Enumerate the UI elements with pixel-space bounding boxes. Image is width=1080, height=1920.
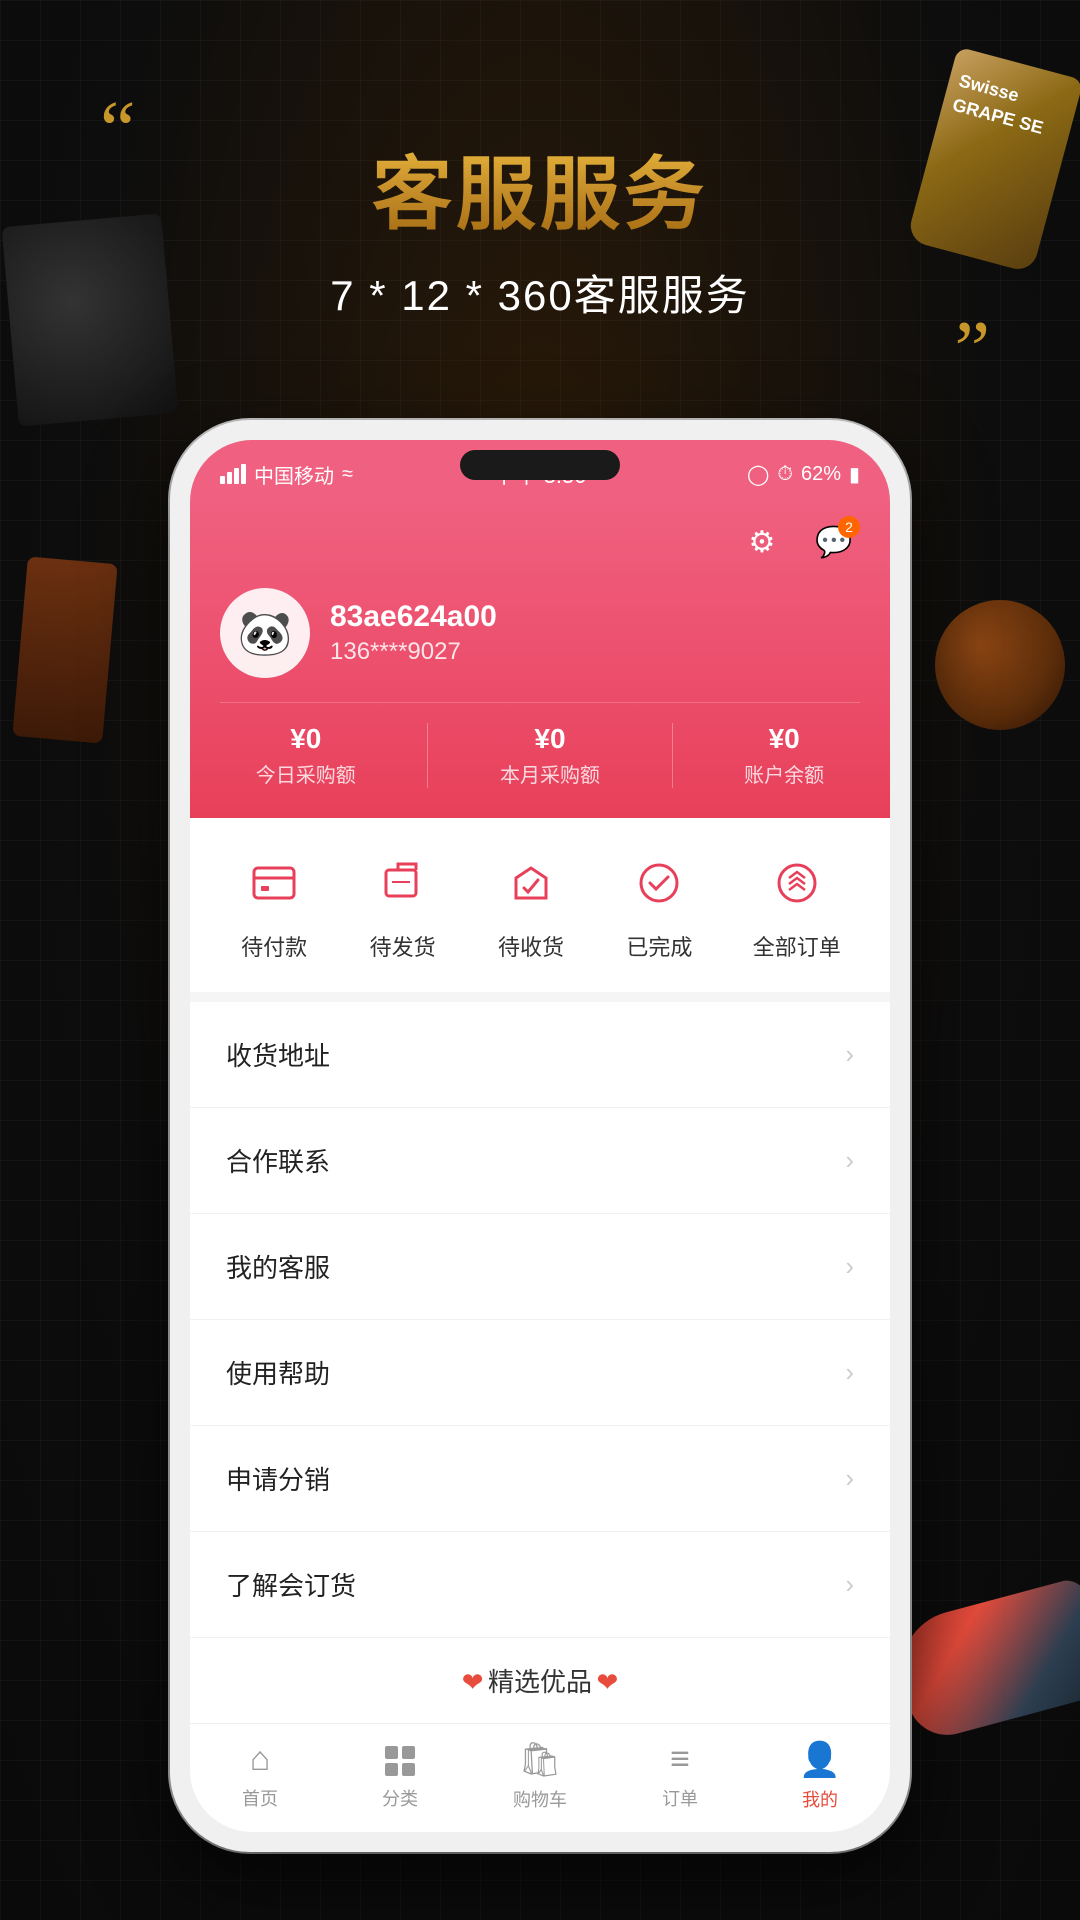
stat-today-label: 今日采购额 bbox=[256, 759, 356, 788]
stat-month-label: 本月采购额 bbox=[500, 759, 600, 788]
order-item-pending-ship[interactable]: 待发货 bbox=[368, 848, 438, 962]
featured-text: 精选优品 bbox=[488, 1667, 592, 1697]
nav-label-cart: 购物车 bbox=[513, 1786, 567, 1812]
deco-ball bbox=[935, 600, 1065, 730]
order-item-completed[interactable]: 已完成 bbox=[624, 848, 694, 962]
menu-item-customer-service[interactable]: 我的客服 › bbox=[190, 1214, 890, 1320]
chevron-right-icon-6: › bbox=[845, 1569, 854, 1600]
deco-bottle2 bbox=[12, 556, 117, 743]
pending-pay-label: 待付款 bbox=[241, 930, 307, 962]
user-row: 🐼 83ae624a00 136****9027 bbox=[220, 588, 860, 678]
nav-label-category: 分类 bbox=[382, 1785, 418, 1811]
signal-icon bbox=[220, 464, 246, 484]
menu-item-cooperation[interactable]: 合作联系 › bbox=[190, 1108, 890, 1214]
phone-screen: 中国移动 ≈ 下午 3:50 ◯ ⏱ 62% ▮ ⚙ bbox=[190, 440, 890, 1832]
nav-item-orders[interactable]: ≡ 订单 bbox=[610, 1740, 750, 1812]
phone-frame: 中国移动 ≈ 下午 3:50 ◯ ⏱ 62% ▮ ⚙ bbox=[170, 420, 910, 1852]
order-section: 待付款 待发货 bbox=[190, 818, 890, 1002]
menu-list: 收货地址 › 合作联系 › 我的客服 › 使用帮助 › 申请分销 › bbox=[190, 1002, 890, 1638]
hero-section: 客服服务 7 * 12 * 360客服服务 bbox=[0, 130, 1080, 323]
order-item-pending-pay[interactable]: 待付款 bbox=[239, 848, 309, 962]
settings-icon: ⚙ bbox=[749, 525, 776, 560]
menu-item-about-label: 了解会订货 bbox=[226, 1566, 356, 1603]
order-item-pending-receive[interactable]: 待收货 bbox=[496, 848, 566, 962]
all-orders-label: 全部订单 bbox=[753, 930, 841, 962]
home-icon: ⌂ bbox=[250, 1740, 271, 1779]
message-button[interactable]: 💬 2 bbox=[808, 516, 860, 568]
user-phone: 136****9027 bbox=[330, 638, 497, 666]
stats-row: ¥0 今日采购额 ¥0 本月采购额 ¥0 账户余额 bbox=[220, 702, 860, 788]
pending-pay-icon bbox=[239, 848, 309, 918]
stat-balance-label: 账户余额 bbox=[744, 759, 824, 788]
pending-receive-label: 待收货 bbox=[498, 930, 564, 962]
heart-right-icon: ❤ bbox=[596, 1667, 618, 1697]
stat-month-value: ¥0 bbox=[500, 723, 600, 755]
message-badge: 2 bbox=[838, 516, 860, 538]
stat-today: ¥0 今日采购额 bbox=[256, 723, 356, 788]
stat-month: ¥0 本月采购额 bbox=[500, 723, 600, 788]
nav-item-profile[interactable]: 👤 我的 bbox=[750, 1740, 890, 1812]
nav-label-profile: 我的 bbox=[802, 1786, 838, 1812]
heart-left-icon: ❤ bbox=[462, 1667, 484, 1697]
completed-icon bbox=[624, 848, 694, 918]
chevron-right-icon-3: › bbox=[845, 1251, 854, 1282]
profile-icon: 👤 bbox=[799, 1740, 841, 1780]
nav-item-home[interactable]: ⌂ 首页 bbox=[190, 1740, 330, 1812]
menu-item-about[interactable]: 了解会订货 › bbox=[190, 1532, 890, 1638]
menu-item-help[interactable]: 使用帮助 › bbox=[190, 1320, 890, 1426]
completed-label: 已完成 bbox=[626, 930, 692, 962]
menu-item-dist-label: 申请分销 bbox=[226, 1460, 330, 1497]
all-orders-icon bbox=[762, 848, 832, 918]
stat-divider-1 bbox=[427, 723, 428, 788]
stat-divider-2 bbox=[672, 723, 673, 788]
cart-icon: 🛍 bbox=[518, 1740, 561, 1780]
chevron-right-icon: › bbox=[845, 1039, 854, 1070]
menu-item-address-label: 收货地址 bbox=[226, 1036, 330, 1073]
stat-today-value: ¥0 bbox=[256, 723, 356, 755]
battery-icon: ▮ bbox=[849, 462, 860, 487]
nav-label-home: 首页 bbox=[242, 1785, 278, 1811]
stat-balance: ¥0 账户余额 bbox=[744, 723, 824, 788]
order-item-all[interactable]: 全部订单 bbox=[753, 848, 841, 962]
username: 83ae624a00 bbox=[330, 600, 497, 634]
wifi-icon: ≈ bbox=[342, 463, 353, 486]
nav-item-category[interactable]: 分类 bbox=[330, 1740, 470, 1812]
menu-item-help-label: 使用帮助 bbox=[226, 1354, 330, 1391]
chevron-right-icon-5: › bbox=[845, 1463, 854, 1494]
hero-title: 客服服务 bbox=[0, 130, 1080, 246]
deco-shoe bbox=[880, 1540, 1080, 1740]
settings-button[interactable]: ⚙ bbox=[736, 516, 788, 568]
carrier-label: 中国移动 bbox=[254, 460, 334, 489]
featured-section: ❤ 精选优品 ❤ bbox=[190, 1638, 890, 1723]
battery-label: 62% bbox=[801, 463, 841, 486]
alarm-icon: ⏱ bbox=[777, 463, 793, 486]
pending-receive-icon bbox=[496, 848, 566, 918]
menu-item-cooperation-label: 合作联系 bbox=[226, 1142, 330, 1179]
hero-subtitle: 7 * 12 * 360客服服务 bbox=[0, 262, 1080, 323]
pending-ship-label: 待发货 bbox=[370, 930, 436, 962]
user-info: 83ae624a00 136****9027 bbox=[330, 600, 497, 666]
header-icons: ⚙ 💬 2 bbox=[220, 516, 860, 568]
orders-icon: ≡ bbox=[670, 1740, 690, 1779]
phone-notch bbox=[460, 450, 620, 480]
avatar-icon: 🐼 bbox=[238, 607, 293, 659]
clock-icon: ◯ bbox=[747, 462, 769, 487]
menu-item-distribution[interactable]: 申请分销 › bbox=[190, 1426, 890, 1532]
nav-item-cart[interactable]: 🛍 购物车 bbox=[470, 1740, 610, 1812]
menu-item-address[interactable]: 收货地址 › bbox=[190, 1002, 890, 1108]
chevron-right-icon-2: › bbox=[845, 1145, 854, 1176]
chevron-right-icon-4: › bbox=[845, 1357, 854, 1388]
nav-label-orders: 订单 bbox=[662, 1785, 698, 1811]
app-header: ⚙ 💬 2 🐼 83ae624a00 136****9027 bbox=[190, 500, 890, 818]
category-icon bbox=[383, 1740, 417, 1779]
bottom-nav: ⌂ 首页 分类 🛍 购物车 bbox=[190, 1723, 890, 1832]
status-left: 中国移动 ≈ bbox=[220, 460, 353, 489]
avatar[interactable]: 🐼 bbox=[220, 588, 310, 678]
menu-item-cs-label: 我的客服 bbox=[226, 1248, 330, 1285]
stat-balance-value: ¥0 bbox=[744, 723, 824, 755]
status-right: ◯ ⏱ 62% ▮ bbox=[747, 462, 860, 487]
phone-mockup: 中国移动 ≈ 下午 3:50 ◯ ⏱ 62% ▮ ⚙ bbox=[170, 420, 910, 1852]
pending-ship-icon bbox=[368, 848, 438, 918]
